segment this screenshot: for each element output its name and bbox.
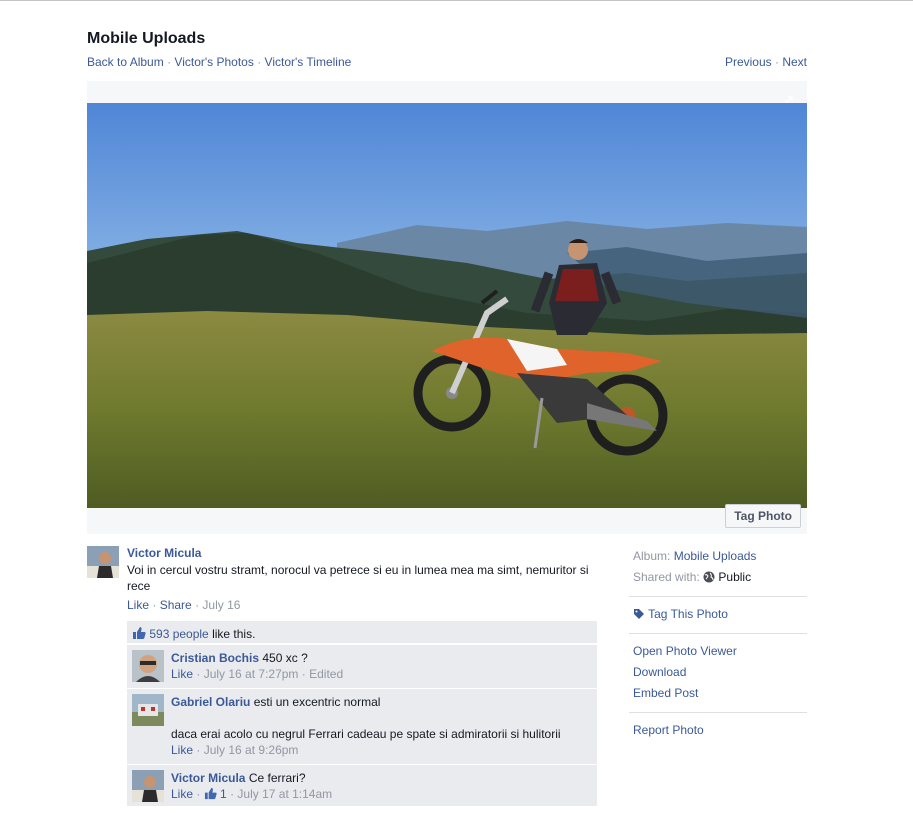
tag-photo-button[interactable]: Tag Photo <box>725 504 801 528</box>
comment-item: Victor Micula Ce ferrari? Like · 1 · Jul… <box>127 764 597 806</box>
comment-text: Ce ferrari? <box>248 771 306 785</box>
album-label: Album: <box>633 549 671 563</box>
album-link[interactable]: Mobile Uploads <box>674 549 757 563</box>
timeline-link[interactable]: Victor's Timeline <box>265 55 352 69</box>
likes-summary: 593 people like this. <box>127 621 597 643</box>
comment-author-link[interactable]: Gabriel Olariu <box>171 695 250 709</box>
photo-pager: Previous · Next <box>725 55 807 69</box>
thumbs-up-icon <box>133 627 146 639</box>
separator: · <box>196 667 201 681</box>
post-body: Victor Micula Voi in cercul vostru stram… <box>127 546 597 612</box>
comment-meta: Like · 1 · July 17 at 1:14am <box>171 786 591 802</box>
separator: · <box>230 787 235 801</box>
comment-text-continued: daca erai acolo cu negrul Ferrari cadeau… <box>171 727 561 741</box>
shared-label: Shared with: <box>633 570 700 584</box>
divider <box>629 596 807 597</box>
album-row: Album: Mobile Uploads <box>633 546 807 567</box>
post-text: Voi in cercul vostru stramt, norocul va … <box>127 563 589 593</box>
embed-row: Embed Post <box>633 683 807 704</box>
photo-sidebar: Album: Mobile Uploads Shared with: Publi… <box>629 546 807 741</box>
comment-edited[interactable]: Edited <box>309 667 343 681</box>
comment-body: Gabriel Olariu esti un excentric normal … <box>171 694 591 758</box>
photos-link[interactable]: Victor's Photos <box>174 55 253 69</box>
shared-row: Shared with: Public <box>633 567 807 588</box>
commenter-avatar[interactable] <box>132 770 164 802</box>
commenter-avatar[interactable] <box>132 650 164 682</box>
comment-like-link[interactable]: Like <box>171 667 193 681</box>
separator: · <box>301 667 306 681</box>
comment-text: esti un excentric normal <box>253 695 381 709</box>
separator: · <box>257 55 262 69</box>
share-link[interactable]: Share <box>160 598 192 612</box>
separator: · <box>167 55 172 69</box>
likes-content: 593 people like this. <box>132 626 255 641</box>
previous-link[interactable]: Previous <box>725 55 772 69</box>
comment-meta: Like · July 16 at 7:27pm · Edited <box>171 666 591 682</box>
breadcrumb: Back to Album · Victor's Photos · Victor… <box>87 55 351 69</box>
comment-body: Cristian Bochis 450 xc ? Like · July 16 … <box>171 650 591 682</box>
embed-post-link[interactable]: Embed Post <box>633 686 698 700</box>
download-link[interactable]: Download <box>633 665 686 679</box>
separator: · <box>196 743 201 757</box>
thumbs-up-icon <box>204 787 217 800</box>
likes-count-link[interactable]: 593 people <box>149 627 208 641</box>
comment-author-link[interactable]: Cristian Bochis <box>171 651 259 665</box>
report-row: Report Photo <box>633 720 807 741</box>
download-row: Download <box>633 662 807 683</box>
comment-text: 450 xc ? <box>262 651 308 665</box>
separator: · <box>152 598 157 612</box>
next-link[interactable]: Next <box>782 55 807 69</box>
avatar[interactable] <box>87 546 119 578</box>
separator: · <box>195 598 200 612</box>
post-author-link[interactable]: Victor Micula <box>127 546 201 560</box>
divider <box>629 633 807 634</box>
page-title: Mobile Uploads <box>87 30 206 47</box>
comment-item: Cristian Bochis 450 xc ? Like · July 16 … <box>127 644 597 688</box>
divider <box>629 712 807 713</box>
comment-author-link[interactable]: Victor Micula <box>171 771 245 785</box>
comment-meta: Like · July 16 at 9:26pm <box>171 742 591 758</box>
post-date[interactable]: July 16 <box>202 598 240 612</box>
back-to-album-link[interactable]: Back to Album <box>87 55 164 69</box>
comment-like-link[interactable]: Like <box>171 787 193 801</box>
comment-like-count[interactable]: 1 <box>204 787 227 801</box>
comment-time[interactable]: July 16 at 7:27pm <box>204 667 299 681</box>
open-photo-viewer-link[interactable]: Open Photo Viewer <box>633 644 737 658</box>
separator: · <box>196 787 201 801</box>
like-link[interactable]: Like <box>127 598 149 612</box>
comment-body: Victor Micula Ce ferrari? Like · 1 · Jul… <box>171 770 591 802</box>
comment-item: Gabriel Olariu esti un excentric normal … <box>127 688 597 764</box>
comment-time[interactable]: July 16 at 9:26pm <box>204 743 299 757</box>
tag-this-photo-link[interactable]: Tag This Photo <box>648 607 728 621</box>
open-viewer-row: Open Photo Viewer <box>633 641 807 662</box>
comment-like-link[interactable]: Like <box>171 743 193 757</box>
comment-time[interactable]: July 17 at 1:14am <box>237 787 332 801</box>
post-actions: Like · Share · July 16 <box>127 598 597 612</box>
likes-suffix: like this. <box>212 627 256 641</box>
like-count-value: 1 <box>220 787 227 801</box>
top-border <box>0 0 913 1</box>
tag-icon <box>634 609 644 619</box>
photo-stage: Tag Photo <box>87 81 807 534</box>
privacy-value[interactable]: Public <box>718 570 751 584</box>
photo-image <box>87 103 807 508</box>
separator: · <box>774 55 779 69</box>
globe-icon[interactable] <box>703 571 715 583</box>
commenter-avatar[interactable] <box>132 694 164 726</box>
main-photo[interactable] <box>87 103 807 508</box>
tag-row: Tag This Photo <box>633 604 807 625</box>
report-photo-link[interactable]: Report Photo <box>633 723 704 737</box>
